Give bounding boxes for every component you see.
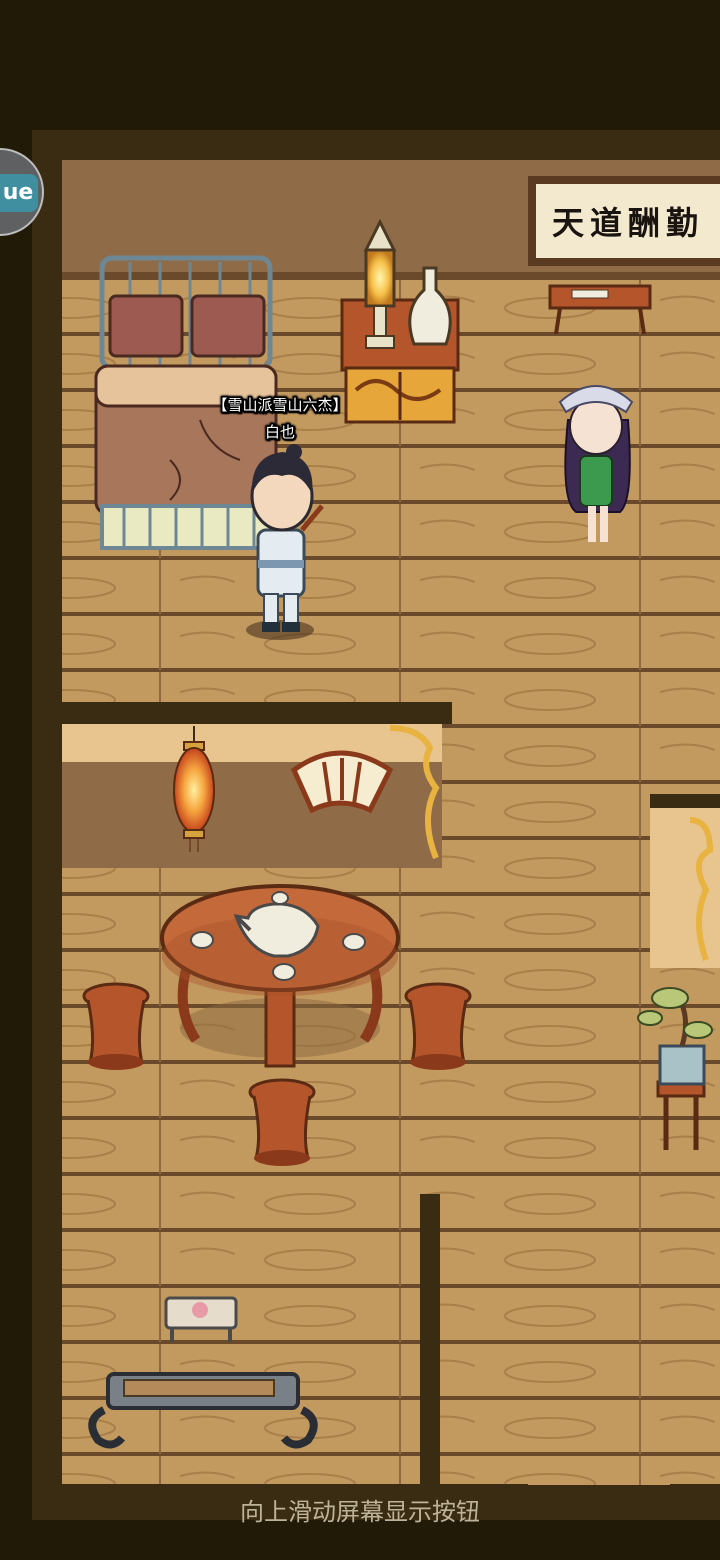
partition-pillar (420, 1194, 440, 1488)
plaque-text: 天道酬勤 (552, 204, 705, 242)
swipe-hint: 向上滑动屏幕显示按钮 (240, 1498, 480, 1526)
player-title: 【雪山派雪山六杰】 (212, 396, 347, 414)
stool-icon[interactable] (248, 1078, 316, 1166)
stool-icon[interactable] (404, 982, 472, 1070)
fan-window-icon (290, 750, 394, 814)
player-name: 白也 (265, 423, 295, 441)
partition-wall-left (62, 702, 452, 868)
partition-wall-right (650, 794, 720, 968)
bottom-wall-right (670, 1484, 720, 1520)
side-menu-label: ue (0, 174, 38, 212)
stool-icon[interactable] (82, 982, 150, 1070)
